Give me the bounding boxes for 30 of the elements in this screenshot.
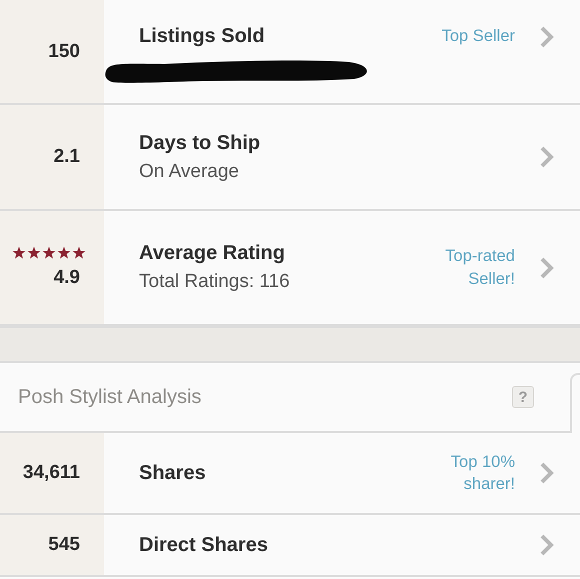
star-icon (42, 246, 56, 259)
stat-row[interactable]: 2.1 Days to Ship On Average (0, 105, 580, 211)
star-icon (27, 246, 41, 259)
star-icon (12, 246, 26, 259)
stat-title: Listings Sold (139, 25, 266, 48)
status-label: Top-rated Seller! (444, 246, 515, 290)
chevron-right-icon[interactable] (540, 462, 554, 484)
star-icon (72, 246, 86, 259)
stat-value: 545 (48, 534, 80, 556)
stat-value: 4.9 (54, 267, 80, 289)
chevron-right-icon[interactable] (540, 26, 554, 48)
star-icon (57, 246, 71, 259)
stat-row[interactable]: 4.9 Average Rating Total Ratings: 116 Top-rated Seller! (0, 211, 580, 326)
chevron-right-icon[interactable] (540, 146, 554, 168)
section-title: Posh Stylist Analysis (18, 386, 202, 408)
stat-title: Average Rating (139, 242, 286, 265)
chevron-right-icon[interactable] (540, 534, 554, 556)
stat-subtitle: On Average (139, 160, 240, 182)
status-label: Top Seller (440, 26, 515, 48)
stat-value: 34,611 (22, 462, 80, 484)
stat-row[interactable]: 34,611 Shares Top 10% sharer! (0, 433, 580, 515)
chevron-right-icon[interactable] (540, 256, 554, 278)
stat-value: 2.1 (54, 146, 80, 168)
stat-row[interactable]: 545 Direct Shares (0, 515, 580, 577)
stat-title: Days to Ship (139, 132, 262, 154)
stat-value: 150 (48, 40, 80, 62)
stat-title: Direct Shares (139, 534, 269, 556)
status-label: Top 10% sharer! (450, 452, 515, 495)
stat-subtitle: Total Ratings: 116 (139, 271, 291, 293)
stat-title: Shares (139, 462, 207, 484)
